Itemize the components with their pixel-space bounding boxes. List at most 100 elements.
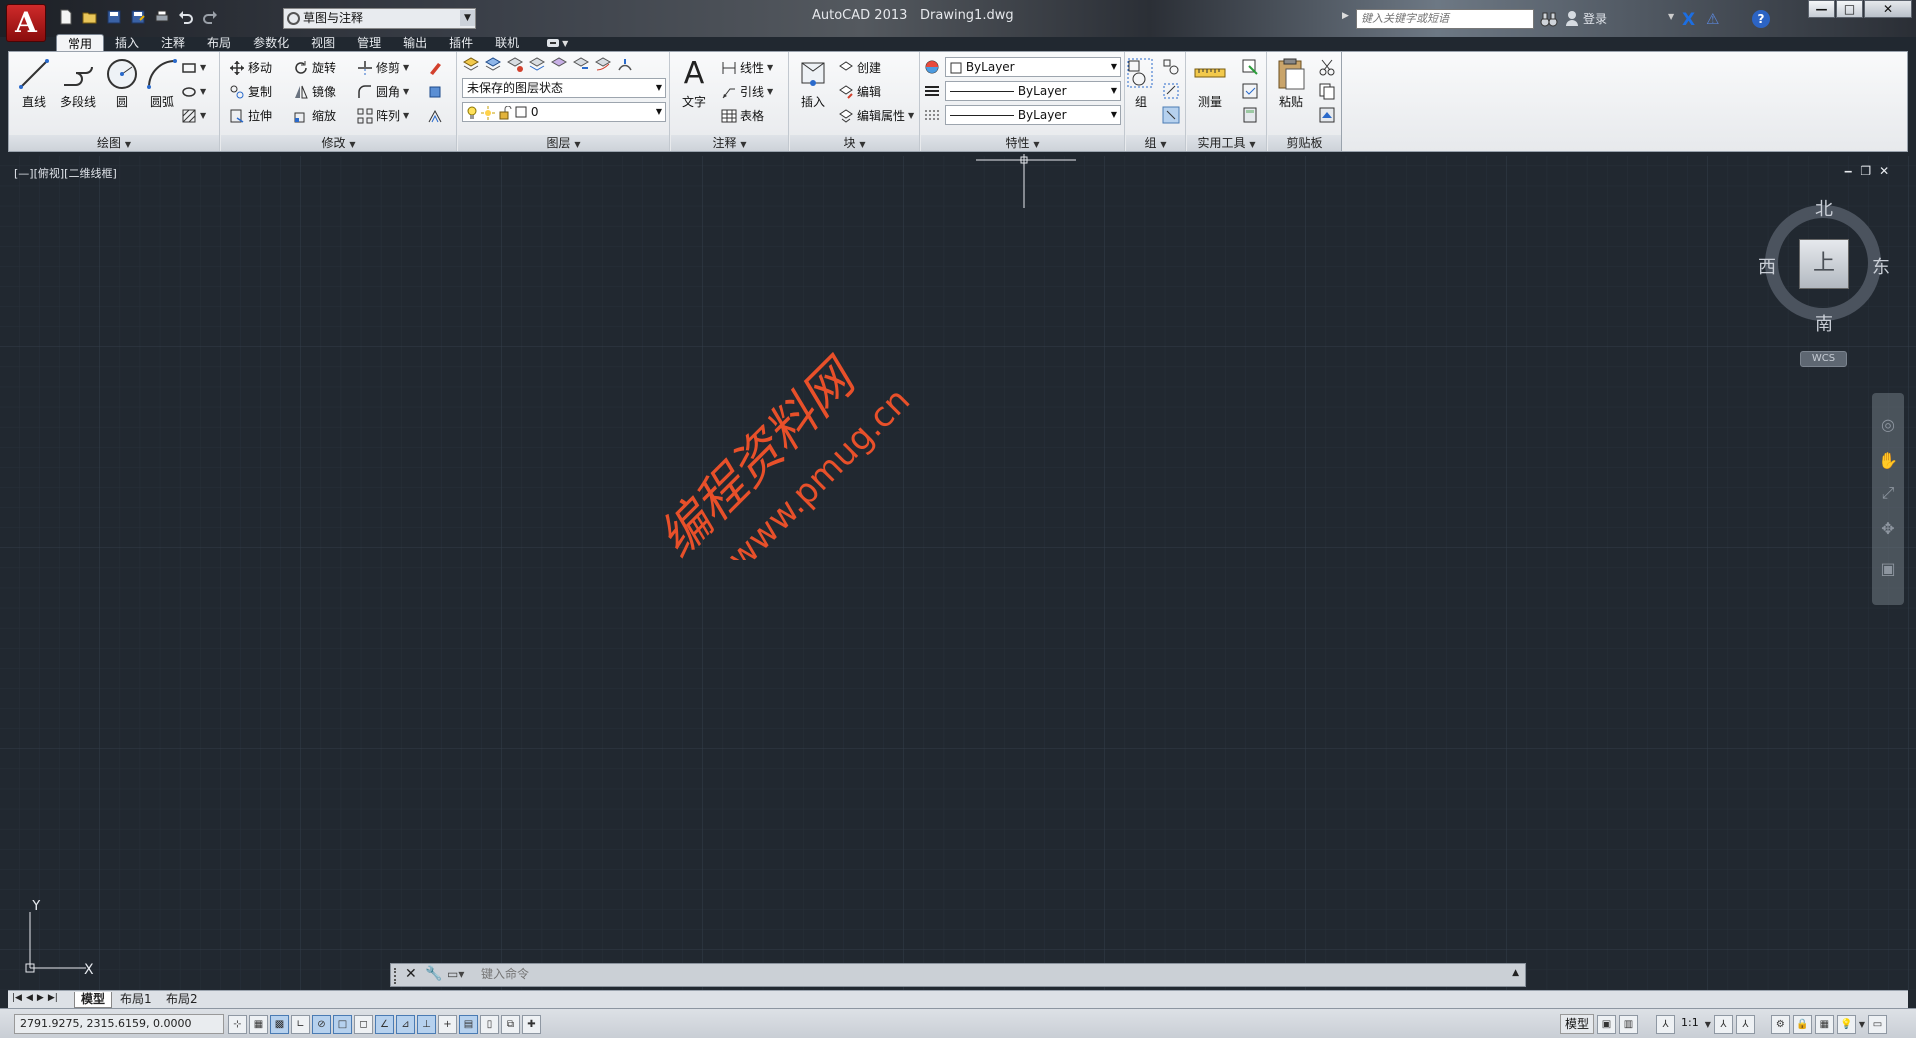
arc-button[interactable]: 圆弧 <box>139 57 185 110</box>
layers-panel-title[interactable]: 图层 ▼ <box>458 135 669 151</box>
layer-change-icon[interactable] <box>594 56 612 74</box>
toolbar-lock-icon[interactable]: 🔒 <box>1792 1014 1812 1034</box>
viewport-minimize-icon[interactable]: ‒ <box>1844 164 1852 178</box>
layer-freeze-icon[interactable] <box>528 56 546 74</box>
wrench-icon[interactable]: 🔧 <box>425 966 442 982</box>
layer-match-icon[interactable] <box>550 56 568 74</box>
current-layer-dropdown[interactable]: 0 ▼ <box>462 102 666 122</box>
hatch-button[interactable]: ▼ <box>181 106 206 125</box>
erase-button[interactable] <box>427 58 443 77</box>
quick-properties-icon[interactable]: ▯ <box>480 1015 499 1034</box>
redo-icon[interactable] <box>200 8 220 26</box>
infer-constraints-icon[interactable]: ⊹ <box>228 1015 247 1034</box>
help-icon[interactable]: ? <box>1752 10 1770 28</box>
auto-scale-icon[interactable]: ⅄ <box>1735 1014 1755 1034</box>
move-button[interactable]: 移动 <box>229 58 272 77</box>
copy-button[interactable]: 复制 <box>229 82 272 101</box>
measure-button[interactable]: 测量 <box>1187 57 1233 110</box>
tab-layout[interactable]: 布局 <box>196 34 242 52</box>
text-button[interactable]: A 文字 <box>671 57 717 110</box>
quick-view-drawings-icon[interactable]: ▥ <box>1619 1014 1639 1034</box>
object-snap-icon[interactable]: □ <box>333 1015 352 1034</box>
tab-annotate[interactable]: 注释 <box>150 34 196 52</box>
viewcube[interactable]: 上 北 南 东 西 <box>1755 195 1895 335</box>
insert-block-button[interactable]: 插入 <box>790 57 836 110</box>
viewport-restore-icon[interactable]: ❐ <box>1860 164 1871 178</box>
exchange-apps-icon[interactable]: X <box>1682 10 1700 30</box>
match-properties-icon[interactable] <box>924 59 940 75</box>
line-button[interactable]: 直线 <box>11 57 57 110</box>
orbit-icon[interactable]: ✥ <box>1878 519 1898 541</box>
compass-west[interactable]: 西 <box>1758 253 1776 279</box>
first-tab-icon[interactable]: |◀ <box>12 993 22 1003</box>
paste-button[interactable]: 粘贴 <box>1268 57 1314 110</box>
viewcube-top-face[interactable]: 上 <box>1799 239 1849 289</box>
rectangle-button[interactable]: ▼ <box>181 58 206 77</box>
chevron-down-icon[interactable]: ▼ <box>1668 12 1674 21</box>
next-tab-icon[interactable]: ▶ <box>37 993 44 1003</box>
layer-off-icon[interactable] <box>506 56 524 74</box>
maximize-button[interactable]: □ <box>1836 0 1863 18</box>
tab-view[interactable]: 视图 <box>300 34 346 52</box>
dynamic-input-icon[interactable]: ⊥ <box>417 1015 436 1034</box>
scale-button[interactable]: 缩放 <box>293 106 336 125</box>
table-button[interactable]: 表格 <box>721 106 764 125</box>
3d-object-snap-icon[interactable]: ◻ <box>354 1015 373 1034</box>
properties-panel-title[interactable]: 特性 ▼ <box>921 135 1124 151</box>
annotation-monitor-icon[interactable]: ✚ <box>522 1015 541 1034</box>
open-file-icon[interactable] <box>80 8 100 26</box>
lineweight-list-icon[interactable] <box>924 83 940 99</box>
search-expand-icon[interactable]: ▶ <box>1342 11 1349 21</box>
ungroup-icon[interactable] <box>1162 58 1180 76</box>
edit-attributes-button[interactable]: 编辑属性 ▼ <box>838 106 914 125</box>
chevron-down-icon[interactable]: ▼ <box>1859 1020 1865 1029</box>
polyline-button[interactable]: 多段线 <box>55 57 101 110</box>
rotate-button[interactable]: 旋转 <box>293 58 336 77</box>
modify-panel-title[interactable]: 修改 ▼ <box>221 135 456 151</box>
chevron-down-icon[interactable]: ▼ <box>1705 1020 1711 1029</box>
mirror-button[interactable]: 镜像 <box>293 82 336 101</box>
command-prompt-icon[interactable]: ▭▾ <box>447 967 473 984</box>
save-as-icon[interactable] <box>128 8 148 26</box>
group-edit-icon[interactable] <box>1162 82 1180 100</box>
drawing-canvas[interactable] <box>0 156 1916 990</box>
calculator-icon[interactable] <box>1241 106 1259 124</box>
lineweight-dropdown[interactable]: ByLayer ▼ <box>945 105 1121 125</box>
zoom-extents-icon[interactable]: ⤢ <box>1878 483 1898 505</box>
viewport-close-icon[interactable]: ✕ <box>1879 164 1889 178</box>
model-space-toggle[interactable]: 模型 <box>1560 1014 1595 1034</box>
layer-state-dropdown[interactable]: 未保存的图层状态 ▼ <box>462 78 666 98</box>
annotation-panel-title[interactable]: 注释 ▼ <box>671 135 788 151</box>
isolate-objects-icon[interactable]: 💡 <box>1836 1014 1856 1034</box>
ribbon-minimize-toggle[interactable]: ▼ <box>546 34 568 52</box>
trim-button[interactable]: 修剪 ▼ <box>357 58 409 77</box>
lineweight-toggle-icon[interactable]: + <box>438 1015 457 1034</box>
close-button[interactable]: ✕ <box>1864 0 1912 18</box>
match-clip-icon[interactable] <box>1318 106 1336 124</box>
showmotion-icon[interactable]: ▣ <box>1878 559 1898 581</box>
annotation-scale-icon[interactable]: ⅄ <box>1656 1014 1676 1034</box>
group-button[interactable]: 组 <box>1126 57 1156 110</box>
tab-insert[interactable]: 插入 <box>104 34 150 52</box>
tab-plugins[interactable]: 插件 <box>438 34 484 52</box>
ortho-mode-icon[interactable]: ∟ <box>291 1015 310 1034</box>
edit-block-button[interactable]: 编辑 <box>838 82 881 101</box>
polar-tracking-icon[interactable]: ⊘ <box>312 1015 331 1034</box>
explode-button[interactable] <box>427 82 443 101</box>
qat-customize-button[interactable]: ▼ <box>460 10 475 26</box>
cut-icon[interactable] <box>1318 58 1336 76</box>
plot-icon[interactable] <box>152 8 172 26</box>
pan-icon[interactable]: ✋ <box>1878 451 1898 473</box>
tab-output[interactable]: 输出 <box>392 34 438 52</box>
color-dropdown[interactable]: ByLayer ▼ <box>945 57 1121 77</box>
copy-clip-icon[interactable] <box>1318 82 1336 100</box>
prev-tab-icon[interactable]: ◀ <box>26 993 33 1003</box>
draw-panel-title[interactable]: 绘图 ▼ <box>9 135 219 151</box>
annotation-scale-value[interactable]: 1:1 <box>1678 1014 1702 1034</box>
select-all-icon[interactable] <box>1241 82 1259 100</box>
workspace-switching-icon[interactable]: ⚙ <box>1770 1014 1790 1034</box>
compass-east[interactable]: 东 <box>1872 253 1890 279</box>
steering-wheel-icon[interactable]: ◎ <box>1878 415 1898 437</box>
search-input[interactable] <box>1356 9 1534 29</box>
block-panel-title[interactable]: 块 ▼ <box>790 135 919 151</box>
